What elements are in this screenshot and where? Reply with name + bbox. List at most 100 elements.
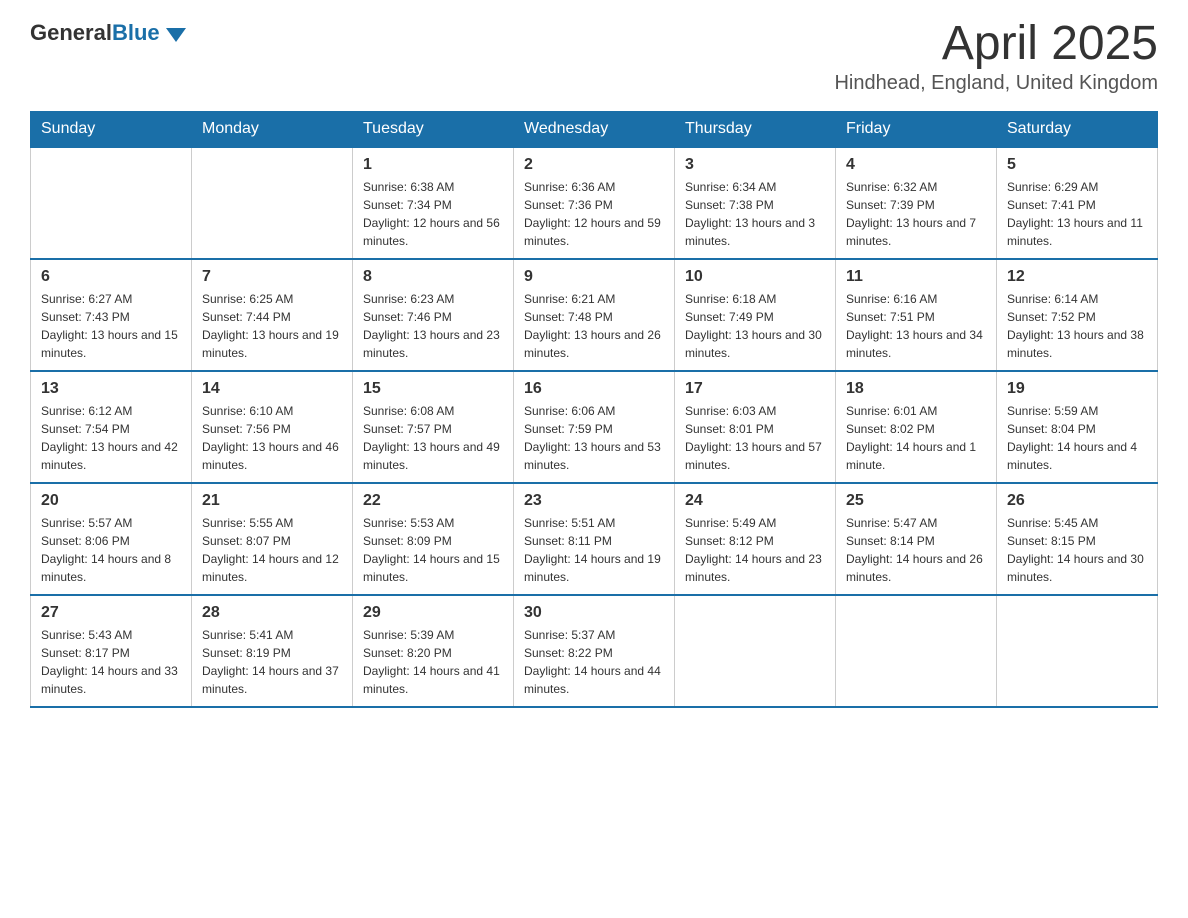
day-info: Sunrise: 6:38 AM Sunset: 7:34 PM Dayligh… [363, 178, 503, 250]
day-number: 28 [202, 604, 342, 622]
page-header: GeneralBlue April 2025 Hindhead, England… [30, 20, 1158, 95]
calendar-cell: 18Sunrise: 6:01 AM Sunset: 8:02 PM Dayli… [836, 371, 997, 483]
calendar-week-3: 13 Sunrise: 6:12 AM Sunset: 7:54 PM Dayli… [31, 371, 1158, 483]
day-number: 8 [363, 268, 503, 286]
day-number: 10 [685, 268, 825, 286]
title-section: April 2025 Hindhead, England, United Kin… [834, 20, 1158, 95]
day-info: Sunrise: 6:18 AM Sunset: 7:49 PM Dayligh… [685, 290, 825, 362]
calendar-cell [675, 595, 836, 707]
day-info: Sunrise: 6:21 AM Sunset: 7:48 PM Dayligh… [524, 290, 664, 362]
calendar-cell [836, 595, 997, 707]
calendar-week-4: 20Sunrise: 5:57 AM Sunset: 8:06 PM Dayli… [31, 483, 1158, 595]
day-info: Sunrise: 5:57 AM Sunset: 8:06 PM Dayligh… [41, 514, 181, 586]
calendar-cell: 21Sunrise: 5:55 AM Sunset: 8:07 PM Dayli… [192, 483, 353, 595]
day-number: 21 [202, 492, 342, 510]
day-number: 6 [41, 268, 181, 286]
day-number: 19 [1007, 380, 1147, 398]
day-number: 11 [846, 268, 986, 286]
calendar-cell: 16 Sunrise: 6:06 AM Sunset: 7:59 PM Dayli… [514, 371, 675, 483]
day-number: 7 [202, 268, 342, 286]
day-info: Sunrise: 6:12 AM Sunset: 7:54 PM Dayligh… [41, 402, 181, 474]
day-info: Sunrise: 5:49 AM Sunset: 8:12 PM Dayligh… [685, 514, 825, 586]
calendar-cell: 14Sunrise: 6:10 AM Sunset: 7:56 PM Dayli… [192, 371, 353, 483]
day-number: 27 [41, 604, 181, 622]
calendar-cell: 20Sunrise: 5:57 AM Sunset: 8:06 PM Dayli… [31, 483, 192, 595]
day-info: Sunrise: 5:45 AM Sunset: 8:15 PM Dayligh… [1007, 514, 1147, 586]
calendar-cell: 26 Sunrise: 5:45 AM Sunset: 8:15 PM Dayli… [997, 483, 1158, 595]
logo-blue: Blue [112, 20, 160, 45]
day-number: 4 [846, 156, 986, 174]
calendar-cell: 17 Sunrise: 6:03 AM Sunset: 8:01 PM Dayli… [675, 371, 836, 483]
day-number: 26 [1007, 492, 1147, 510]
calendar-cell: 1 Sunrise: 6:38 AM Sunset: 7:34 PM Daylig… [353, 147, 514, 259]
day-number: 23 [524, 492, 664, 510]
calendar-cell: 24 Sunrise: 5:49 AM Sunset: 8:12 PM Dayli… [675, 483, 836, 595]
day-info: Sunrise: 6:16 AM Sunset: 7:51 PM Dayligh… [846, 290, 986, 362]
day-number: 30 [524, 604, 664, 622]
day-info: Sunrise: 6:27 AM Sunset: 7:43 PM Dayligh… [41, 290, 181, 362]
calendar-week-1: 1 Sunrise: 6:38 AM Sunset: 7:34 PM Daylig… [31, 147, 1158, 259]
calendar-cell: 15 Sunrise: 6:08 AM Sunset: 7:57 PM Dayli… [353, 371, 514, 483]
calendar-cell: 30 Sunrise: 5:37 AM Sunset: 8:22 PM Dayli… [514, 595, 675, 707]
calendar-cell [192, 147, 353, 259]
calendar-cell [997, 595, 1158, 707]
calendar-cell: 2 Sunrise: 6:36 AM Sunset: 7:36 PM Daylig… [514, 147, 675, 259]
calendar-cell: 4 Sunrise: 6:32 AM Sunset: 7:39 PM Daylig… [836, 147, 997, 259]
calendar-cell: 27 Sunrise: 5:43 AM Sunset: 8:17 PM Dayli… [31, 595, 192, 707]
weekday-header-thursday: Thursday [675, 112, 836, 148]
calendar-cell: 5 Sunrise: 6:29 AM Sunset: 7:41 PM Daylig… [997, 147, 1158, 259]
calendar-cell: 23 Sunrise: 5:51 AM Sunset: 8:11 PM Dayli… [514, 483, 675, 595]
calendar-cell: 9 Sunrise: 6:21 AM Sunset: 7:48 PM Daylig… [514, 259, 675, 371]
day-info: Sunrise: 5:51 AM Sunset: 8:11 PM Dayligh… [524, 514, 664, 586]
weekday-header-tuesday: Tuesday [353, 112, 514, 148]
calendar-cell: 29Sunrise: 5:39 AM Sunset: 8:20 PM Dayli… [353, 595, 514, 707]
calendar-cell: 12Sunrise: 6:14 AM Sunset: 7:52 PM Dayli… [997, 259, 1158, 371]
day-info: Sunrise: 5:47 AM Sunset: 8:14 PM Dayligh… [846, 514, 986, 586]
day-info: Sunrise: 6:10 AM Sunset: 7:56 PM Dayligh… [202, 402, 342, 474]
calendar-cell: 22Sunrise: 5:53 AM Sunset: 8:09 PM Dayli… [353, 483, 514, 595]
day-number: 22 [363, 492, 503, 510]
day-number: 15 [363, 380, 503, 398]
day-number: 17 [685, 380, 825, 398]
calendar-cell: 6 Sunrise: 6:27 AM Sunset: 7:43 PM Daylig… [31, 259, 192, 371]
calendar-week-5: 27 Sunrise: 5:43 AM Sunset: 8:17 PM Dayli… [31, 595, 1158, 707]
day-number: 13 [41, 380, 181, 398]
day-info: Sunrise: 6:08 AM Sunset: 7:57 PM Dayligh… [363, 402, 503, 474]
day-info: Sunrise: 5:43 AM Sunset: 8:17 PM Dayligh… [41, 626, 181, 698]
day-number: 1 [363, 156, 503, 174]
calendar-table: SundayMondayTuesdayWednesdayThursdayFrid… [30, 111, 1158, 708]
day-info: Sunrise: 6:29 AM Sunset: 7:41 PM Dayligh… [1007, 178, 1147, 250]
day-number: 12 [1007, 268, 1147, 286]
day-number: 3 [685, 156, 825, 174]
day-number: 5 [1007, 156, 1147, 174]
weekday-header-wednesday: Wednesday [514, 112, 675, 148]
calendar-cell: 28 Sunrise: 5:41 AM Sunset: 8:19 PM Dayli… [192, 595, 353, 707]
day-info: Sunrise: 5:39 AM Sunset: 8:20 PM Dayligh… [363, 626, 503, 698]
weekday-header-row: SundayMondayTuesdayWednesdayThursdayFrid… [31, 112, 1158, 148]
weekday-header-saturday: Saturday [997, 112, 1158, 148]
day-info: Sunrise: 5:41 AM Sunset: 8:19 PM Dayligh… [202, 626, 342, 698]
logo-text: GeneralBlue [30, 20, 160, 46]
calendar-cell [31, 147, 192, 259]
day-number: 16 [524, 380, 664, 398]
day-info: Sunrise: 6:34 AM Sunset: 7:38 PM Dayligh… [685, 178, 825, 250]
day-number: 2 [524, 156, 664, 174]
calendar-cell: 10 Sunrise: 6:18 AM Sunset: 7:49 PM Dayli… [675, 259, 836, 371]
day-info: Sunrise: 6:36 AM Sunset: 7:36 PM Dayligh… [524, 178, 664, 250]
day-info: Sunrise: 6:32 AM Sunset: 7:39 PM Dayligh… [846, 178, 986, 250]
logo-general: General [30, 20, 112, 45]
day-info: Sunrise: 6:25 AM Sunset: 7:44 PM Dayligh… [202, 290, 342, 362]
day-info: Sunrise: 6:23 AM Sunset: 7:46 PM Dayligh… [363, 290, 503, 362]
day-info: Sunrise: 6:01 AM Sunset: 8:02 PM Dayligh… [846, 402, 986, 474]
day-info: Sunrise: 5:37 AM Sunset: 8:22 PM Dayligh… [524, 626, 664, 698]
day-info: Sunrise: 6:06 AM Sunset: 7:59 PM Dayligh… [524, 402, 664, 474]
day-number: 24 [685, 492, 825, 510]
calendar-cell: 25Sunrise: 5:47 AM Sunset: 8:14 PM Dayli… [836, 483, 997, 595]
weekday-header-monday: Monday [192, 112, 353, 148]
day-info: Sunrise: 6:03 AM Sunset: 8:01 PM Dayligh… [685, 402, 825, 474]
logo: GeneralBlue [30, 20, 186, 46]
calendar-cell: 13 Sunrise: 6:12 AM Sunset: 7:54 PM Dayli… [31, 371, 192, 483]
calendar-header: SundayMondayTuesdayWednesdayThursdayFrid… [31, 112, 1158, 148]
month-title: April 2025 [834, 20, 1158, 68]
day-number: 9 [524, 268, 664, 286]
